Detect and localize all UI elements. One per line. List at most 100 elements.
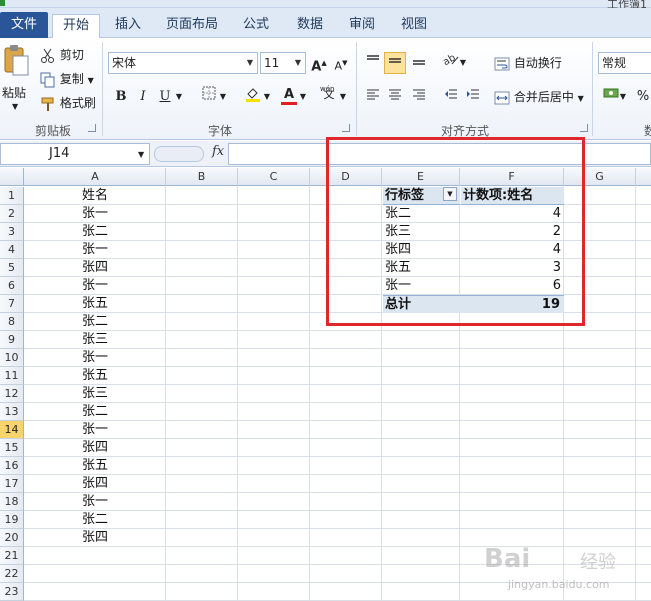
align-center-icon[interactable] [384,86,406,108]
cell-a[interactable]: 张一 [25,277,165,295]
fill-color-icon[interactable] [242,86,264,108]
tab-formulas[interactable]: 公式 [234,14,278,38]
row-header[interactable]: 19 [0,511,24,529]
row-header[interactable]: 8 [0,313,24,331]
formula-bar-handle-icon[interactable] [154,146,204,162]
row-header[interactable]: 22 [0,565,24,583]
paste-button[interactable]: 粘贴 ▼ [2,44,32,114]
cell-a[interactable]: 张一 [25,421,165,439]
row-header[interactable]: 2 [0,205,24,223]
tab-insert[interactable]: 插入 [106,14,150,38]
align-bottom-icon[interactable] [408,52,430,74]
cell-a[interactable]: 张三 [25,385,165,403]
cell-a[interactable]: 张四 [25,475,165,493]
cell-a[interactable]: 张四 [25,439,165,457]
alignment-launcher-icon[interactable] [580,124,588,132]
row-header[interactable]: 9 [0,331,24,349]
font-color-icon[interactable]: A [278,84,300,106]
cell-a[interactable]: 张二 [25,403,165,421]
chevron-down-icon[interactable]: ▼ [298,86,308,108]
row-header[interactable]: 21 [0,547,24,565]
font-size-combo[interactable]: 11 ▼ [260,52,306,74]
row-header[interactable]: 3 [0,223,24,241]
row-header[interactable]: 18 [0,493,24,511]
column-header-c[interactable]: C [238,168,310,186]
chevron-down-icon[interactable]: ▼ [243,53,257,73]
row-header[interactable]: 17 [0,475,24,493]
row-header[interactable]: 1 [0,187,24,205]
font-launcher-icon[interactable] [342,124,350,132]
decrease-font-icon[interactable]: A▼ [330,52,352,74]
chevron-down-icon[interactable]: ▼ [291,53,305,73]
row-header[interactable]: 6 [0,277,24,295]
row-header[interactable]: 14 [0,421,24,439]
cell-a[interactable]: 姓名 [25,187,165,205]
chevron-down-icon[interactable]: ▼ [338,86,348,108]
bold-button[interactable]: B [110,86,132,108]
font-name-combo[interactable]: 宋体 ▼ [108,52,258,74]
cell-a[interactable]: 张一 [25,205,165,223]
cell-a[interactable]: 张一 [25,493,165,511]
chevron-down-icon[interactable]: ▼ [578,94,584,103]
row-header[interactable]: 10 [0,349,24,367]
phonetic-guide-icon[interactable]: wén 文 [318,84,340,106]
increase-font-icon[interactable]: A▲ [308,52,330,74]
tab-home[interactable]: 开始 [52,14,100,38]
row-header[interactable]: 7 [0,295,24,313]
chevron-down-icon[interactable]: ▼ [618,86,628,108]
cell-a[interactable]: 张五 [25,457,165,475]
clipboard-launcher-icon[interactable] [88,124,96,132]
cut-button[interactable]: 剪切 [40,46,84,64]
cell-a[interactable]: 张五 [25,367,165,385]
row-header[interactable]: 11 [0,367,24,385]
tab-page-layout[interactable]: 页面布局 [160,14,224,38]
chevron-down-icon[interactable]: ▼ [458,52,468,74]
cell-a[interactable]: 张三 [25,331,165,349]
cell-a[interactable]: 张一 [25,349,165,367]
align-top-icon[interactable] [362,52,384,74]
cell-a[interactable]: 张一 [25,241,165,259]
cell-a[interactable]: 张二 [25,511,165,529]
cell-a[interactable]: 张四 [25,259,165,277]
merge-center-button[interactable]: 合并后居中 ▼ [494,88,584,105]
tab-data[interactable]: 数据 [288,14,332,38]
cell-a[interactable]: 张二 [25,223,165,241]
cell-a[interactable]: 张二 [25,313,165,331]
decrease-indent-icon[interactable] [440,86,462,108]
tab-review[interactable]: 审阅 [340,14,384,38]
cell-a[interactable]: 张四 [25,529,165,547]
align-middle-icon[interactable] [384,52,406,74]
select-all-corner[interactable] [0,168,24,186]
align-left-icon[interactable] [362,86,384,108]
copy-button[interactable]: 复制 ▼ [40,70,94,88]
chevron-down-icon[interactable]: ▼ [174,86,184,108]
increase-indent-icon[interactable] [462,86,484,108]
group-separator [592,42,593,136]
row-header[interactable]: 13 [0,403,24,421]
number-format-combo[interactable]: 常规 [598,52,651,74]
row-header[interactable]: 15 [0,439,24,457]
column-header-a[interactable]: A [25,168,166,186]
insert-function-icon[interactable]: fx [212,144,224,159]
underline-button[interactable]: U [154,86,176,108]
row-header[interactable]: 23 [0,583,24,601]
wrap-text-button[interactable]: 自动换行 [494,54,562,71]
row-header[interactable]: 5 [0,259,24,277]
cell-a[interactable]: 张五 [25,295,165,313]
column-header-b[interactable]: B [166,168,238,186]
italic-button[interactable]: I [132,86,154,108]
align-right-icon[interactable] [408,86,430,108]
row-header[interactable]: 4 [0,241,24,259]
row-header[interactable]: 20 [0,529,24,547]
tab-view[interactable]: 视图 [392,14,436,38]
name-box[interactable]: J14 [0,143,150,165]
row-header[interactable]: 16 [0,457,24,475]
chevron-down-icon[interactable]: ▼ [138,150,144,159]
borders-icon[interactable] [198,86,220,108]
row-header[interactable]: 12 [0,385,24,403]
tab-file[interactable]: 文件 [0,12,48,38]
percent-button[interactable]: % [632,86,651,108]
chevron-down-icon[interactable]: ▼ [218,86,228,108]
format-painter-button[interactable]: 格式刷 [40,94,96,112]
chevron-down-icon[interactable]: ▼ [262,86,272,108]
